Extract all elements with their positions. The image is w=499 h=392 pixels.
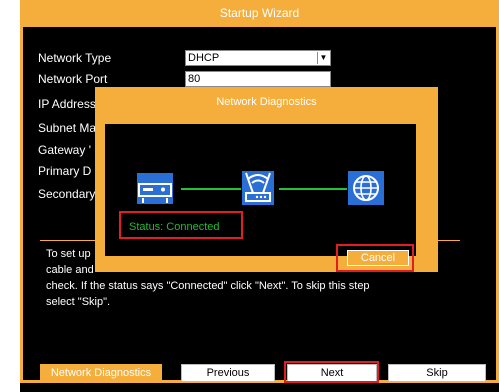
dialog-title: Network Diagnostics — [216, 96, 317, 108]
skip-button[interactable]: Skip — [388, 364, 486, 382]
next-button-highlight — [284, 361, 379, 383]
network-type-select[interactable]: DHCP ▼ — [185, 50, 331, 66]
link-line-left — [181, 188, 241, 190]
network-port-value: 80 — [188, 73, 201, 85]
subnet-mask-label: Subnet Ma — [38, 121, 97, 135]
network-diagnostics-button[interactable]: Network Diagnostics — [40, 364, 162, 382]
network-diagnostics-dialog: Network Diagnostics Status: Connected Ca… — [95, 87, 438, 272]
ip-address-label: IP Address — [38, 97, 96, 111]
previous-button[interactable]: Previous — [181, 364, 275, 382]
network-port-input[interactable]: 80 — [185, 71, 331, 87]
gateway-label: Gateway ' — [38, 143, 91, 157]
secondary-dns-label: Secondary — [38, 187, 96, 201]
network-type-value: DHCP — [188, 52, 220, 64]
help-line-4: select "Skip". — [46, 296, 111, 308]
network-type-label: Network Type — [38, 51, 112, 65]
chevron-down-icon[interactable]: ▼ — [317, 52, 329, 64]
link-line-right — [279, 188, 347, 190]
cancel-button-highlight — [336, 244, 414, 272]
globe-icon — [348, 171, 384, 205]
recorder-icon — [137, 173, 173, 204]
network-port-label: Network Port — [38, 72, 108, 86]
help-line-3: check. If the status says "Connected" cl… — [46, 280, 370, 292]
wizard-title: Startup Wizard — [20, 0, 499, 27]
router-icon — [242, 171, 274, 205]
status-highlight — [119, 211, 243, 239]
primary-dns-label: Primary D — [38, 164, 92, 178]
dialog-body: Status: Connected Cancel — [105, 124, 416, 266]
